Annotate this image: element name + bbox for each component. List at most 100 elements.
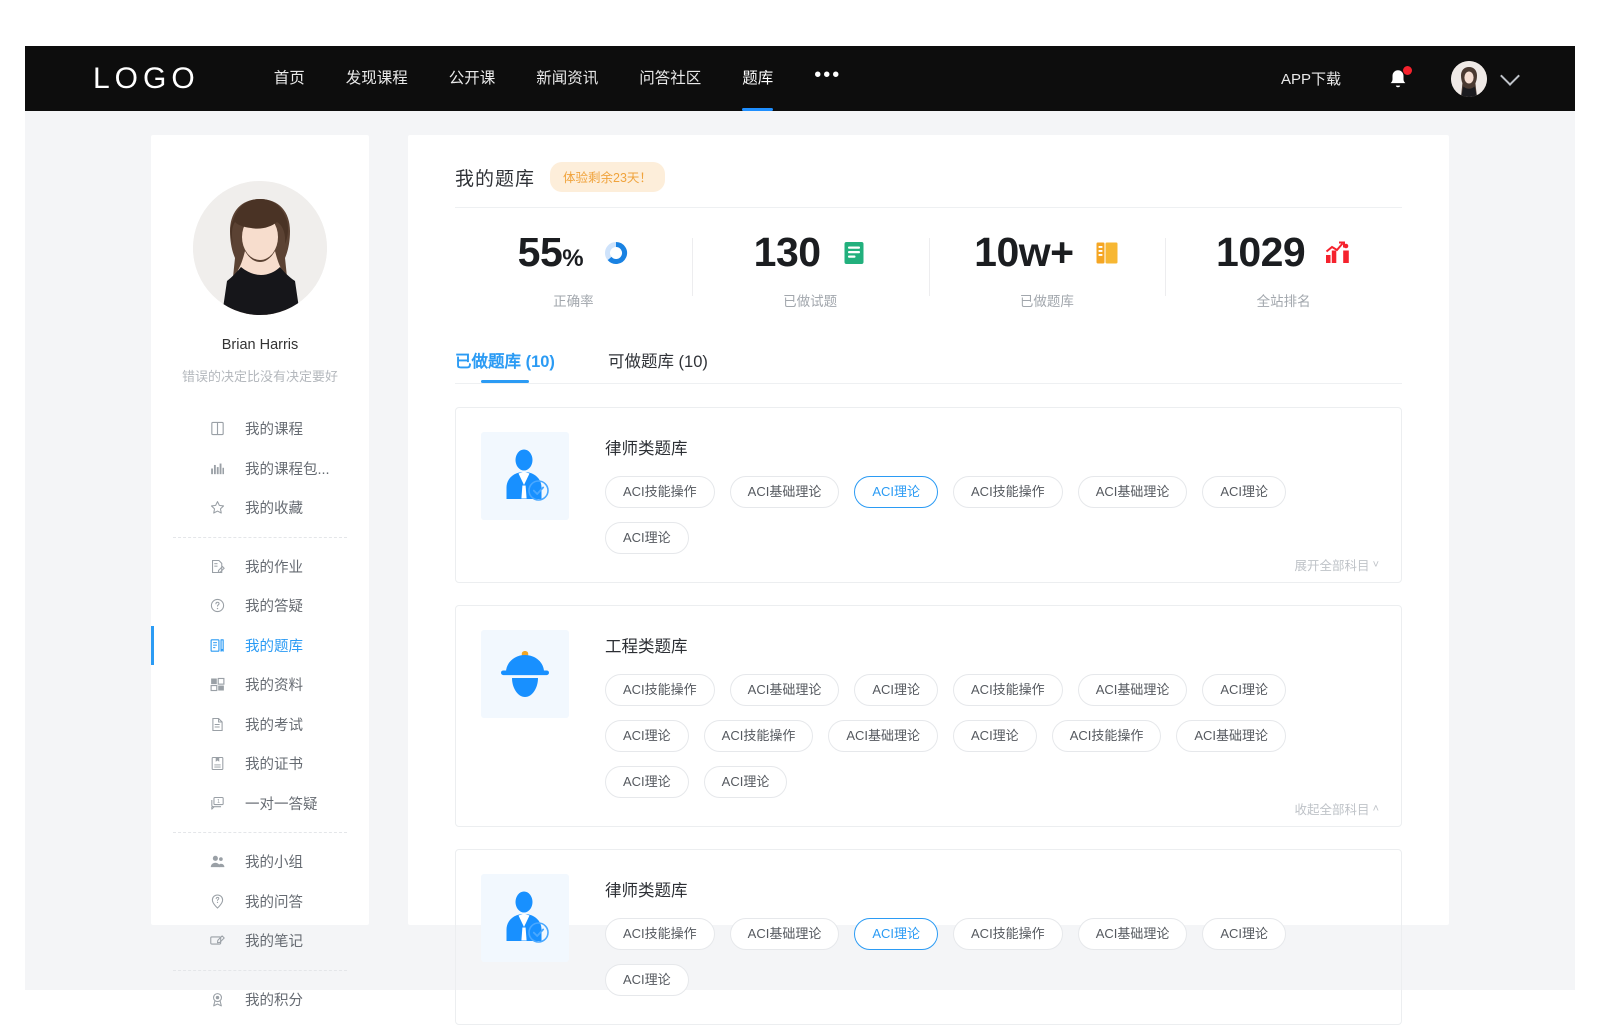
sidebar-item-11[interactable]: 我的小组 [151,842,369,882]
nav-item-5[interactable]: 问答社区 [639,46,701,111]
nav-item-3[interactable]: 公开课 [449,46,496,111]
notification-bell-button[interactable] [1387,67,1409,91]
subject-chip[interactable]: ACI基础理论 [1078,918,1188,950]
header-right-group: APP下载 [1281,61,1517,97]
stat-card-1: 55% 正确率 [455,232,692,310]
more-nav-icon[interactable]: ••• [814,65,841,93]
card-thumbnail [481,630,569,718]
subject-chip[interactable]: ACI理论 [953,720,1037,752]
subject-chip[interactable]: ACI理论 [854,674,938,706]
subject-chip[interactable]: ACI理论 [605,522,689,554]
orange-book-icon [1095,240,1119,266]
qa-pin-icon [209,893,226,910]
donut-progress-icon [603,240,629,266]
toggle-subjects-label: 收起全部科目 [1295,799,1370,818]
svg-text:1: 1 [217,799,220,805]
subject-chip[interactable]: ACI技能操作 [704,720,814,752]
exam-icon [209,716,226,733]
subject-chip-list: ACI技能操作 ACI基础理论 ACI理论 ACI技能操作 ACI基础理论 ACI理论 AC… [605,476,1379,568]
subject-chip[interactable]: ACI技能操作 [605,918,715,950]
certificate-icon [209,755,226,772]
subject-chip[interactable]: ACI理论 [854,476,938,508]
sidebar-item-4[interactable]: 我的作业 [151,547,369,587]
sidebar-item-label: 我的资料 [245,674,303,695]
question-circle-icon [209,597,226,614]
subject-chip[interactable]: ACI技能操作 [953,918,1063,950]
subject-chip[interactable]: ACI理论 [605,720,689,752]
profile-avatar-icon [193,181,327,315]
bar-chart-icon [209,460,226,477]
sidebar-divider [173,832,347,833]
subject-chip[interactable]: ACI基础理论 [730,476,840,508]
subject-chip[interactable]: ACI基础理论 [1176,720,1286,752]
user-sidebar: Brian Harris 错误的决定比没有决定要好 我的课程我的课程包... 我的… [151,135,369,925]
nav-item-4[interactable]: 新闻资讯 [536,46,598,111]
nav-item-2[interactable]: 发现课程 [346,46,408,111]
subject-chip[interactable]: ACI理论 [605,766,689,798]
lawyer-avatar-icon [494,445,556,507]
subject-chip[interactable]: ACI基础理论 [1078,674,1188,706]
stats-row: 55% 正确率130 已做试题10w+ 已做题库1029 [455,208,1402,310]
tab-1[interactable]: 已做题库 (10) [455,348,555,383]
subject-chip[interactable]: ACI技能操作 [605,476,715,508]
sidebar-item-8[interactable]: 我的考试 [151,705,369,745]
subject-chip[interactable]: ACI理论 [1202,918,1286,950]
toggle-subjects-link[interactable]: 展开全部科目˅ [1295,555,1379,574]
star-icon [209,499,226,516]
green-document-icon [843,240,865,266]
sidebar-item-9[interactable]: 我的证书 [151,744,369,784]
profile-motto: 错误的决定比没有决定要好 [151,366,369,385]
note-icon [209,932,226,949]
subject-chip[interactable]: ACI基础理论 [1078,476,1188,508]
avatar[interactable] [1451,61,1487,97]
tab-2[interactable]: 可做题库 (10) [608,348,708,383]
sidebar-item-6[interactable]: 我的题库 [151,626,369,666]
sidebar-item-2[interactable]: 我的课程包... [151,449,369,489]
sidebar-item-12[interactable]: 我的问答 [151,882,369,922]
profile-username: Brian Harris [151,337,369,353]
sidebar-item-label: 我的小组 [245,851,303,872]
sidebar-item-5[interactable]: 我的答疑 [151,586,369,626]
sidebar-item-10[interactable]: 1一对一答疑 [151,784,369,824]
question-bank-card[interactable]: 工程类题库ACI技能操作ACI基础理论ACI理论ACI技能操作ACI基础理论AC… [455,605,1402,827]
subject-chip[interactable]: ACI理论 [704,766,788,798]
stat-label: 已做试题 [783,290,837,310]
stat-value-row: 10w+ [974,232,1119,273]
profile-avatar[interactable] [193,181,327,315]
stat-value-row: 55% [518,232,629,273]
subject-chip[interactable]: ACI技能操作 [953,476,1063,508]
chevron-down-icon[interactable] [1500,66,1520,86]
nav-item-1[interactable]: 首页 [274,46,305,111]
subject-chip[interactable]: ACI技能操作 [1052,720,1162,752]
app-download-link[interactable]: APP下载 [1281,68,1341,89]
sidebar-item-1[interactable]: 我的课程 [151,409,369,449]
main-content-panel: 我的题库 体验剩余23天！ 55% 正确率130 已做试题10w+ 已做题库10… [408,135,1449,925]
subject-chip[interactable]: ACI理论 [1202,476,1286,508]
subject-chip[interactable]: ACI理论 [605,964,689,996]
sidebar-item-7[interactable]: 我的资料 [151,665,369,705]
stat-card-3: 10w+ 已做题库 [929,232,1166,310]
subject-chip[interactable]: ACI基础理论 [828,720,938,752]
sidebar-item-3[interactable]: 我的收藏 [151,488,369,528]
sidebar-item-label: 我的课程包... [245,458,330,479]
sidebar-item-13[interactable]: 我的笔记 [151,921,369,961]
toggle-subjects-label: 展开全部科目 [1295,555,1370,574]
subject-chip[interactable]: ACI基础理论 [730,918,840,950]
subject-chip[interactable]: ACI理论 [1202,674,1286,706]
page-title: 我的题库 [455,164,535,191]
subject-chip[interactable]: ACI技能操作 [953,674,1063,706]
nav-item-6[interactable]: 题库 [742,46,773,111]
sidebar-item-label: 我的题库 [245,635,303,656]
chevron-up-icon: ˄ [1373,803,1379,815]
subject-chip[interactable]: ACI基础理论 [730,674,840,706]
question-bank-card[interactable]: 律师类题库ACI技能操作ACI基础理论ACI理论ACI技能操作ACI基础理论AC… [455,407,1402,583]
sidebar-item-14[interactable]: 我的积分 [151,980,369,1020]
subject-chip[interactable]: ACI理论 [854,918,938,950]
question-bank-card[interactable]: 律师类题库ACI技能操作ACI基础理论ACI理论ACI技能操作ACI基础理论AC… [455,849,1402,1025]
card-body: 工程类题库ACI技能操作ACI基础理论ACI理论ACI技能操作ACI基础理论AC… [605,630,1379,812]
book-icon [209,420,226,437]
content-tabs: 已做题库 (10) 可做题库 (10) [455,348,1449,383]
site-logo[interactable]: LOGO [93,62,200,96]
toggle-subjects-link[interactable]: 收起全部科目˄ [1295,799,1379,818]
subject-chip[interactable]: ACI技能操作 [605,674,715,706]
